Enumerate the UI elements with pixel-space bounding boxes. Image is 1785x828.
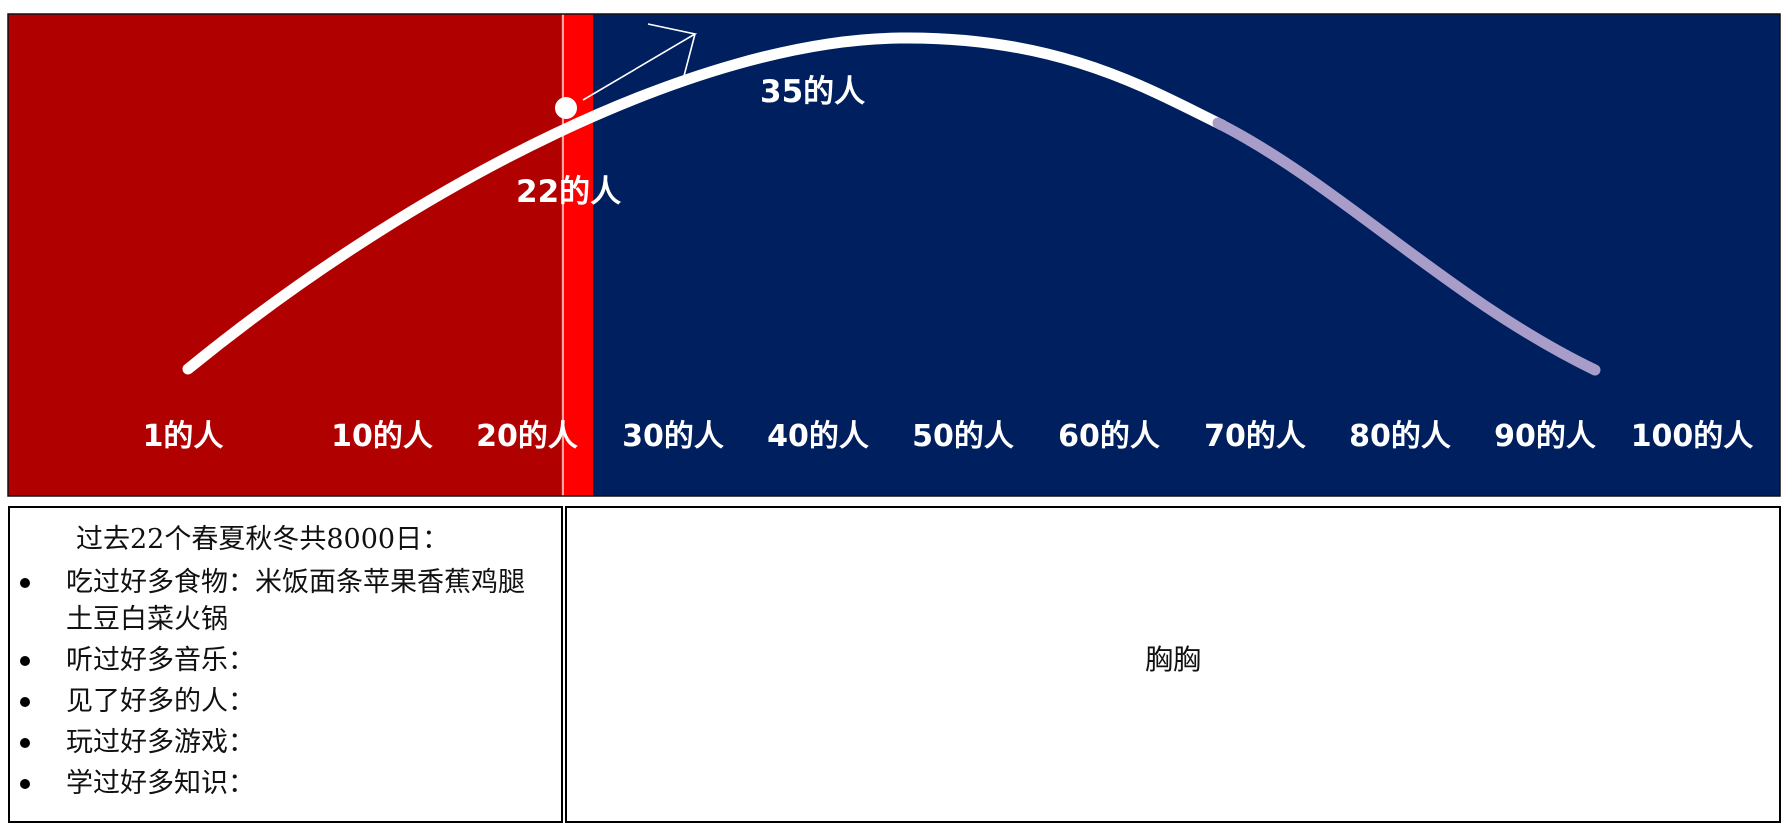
age-tick-label: 50的人	[912, 419, 1014, 454]
list-item: 学过好多知识：	[10, 765, 546, 802]
current-position-dot	[555, 97, 577, 119]
bullet-icon	[20, 697, 30, 707]
list-item: 见了好多的人：	[10, 683, 546, 720]
life-timeline-svg: 35的人 22的人 1的人 10的人 20的人 30的人 40的人 50的人 60的人 70的…	[7, 13, 1781, 497]
age-tick-label: 60的人	[1058, 419, 1160, 454]
bullet-icon	[20, 779, 30, 789]
list-item-text: 吃过好多食物：米饭面条苹果香蕉鸡腿土豆白菜火锅	[66, 567, 525, 635]
panel-center-text: 胸胸	[1144, 643, 1201, 676]
bullet-icon	[20, 738, 30, 748]
age-tick-label: 1的人	[143, 419, 224, 454]
life-timeline-banner: 35的人 22的人 1的人 10的人 20的人 30的人 40的人 50的人 60的人 70的…	[0, 0, 1785, 500]
list-item-text: 见了好多的人：	[66, 686, 255, 717]
past-summary-heading: 过去22个春夏秋冬共8000日：	[76, 524, 450, 555]
age-tick-label: 10的人	[331, 419, 433, 454]
age-tick-label: 80的人	[1349, 419, 1451, 454]
list-item-text: 玩过好多游戏：	[66, 727, 255, 758]
age-tick-label: 90的人	[1494, 419, 1596, 454]
bullet-icon	[20, 578, 30, 588]
age-tick-label: 70的人	[1204, 419, 1306, 454]
list-item: 玩过好多游戏：	[10, 724, 546, 761]
list-item-text: 听过好多音乐：	[66, 645, 255, 676]
list-item-text: 学过好多知识：	[66, 768, 255, 799]
age-tick-label: 40的人	[767, 419, 869, 454]
age-axis-labels: 1的人 10的人 20的人 30的人 40的人 50的人 60的人 70的人 80的人 90的人 1…	[143, 419, 1754, 454]
peak-age-label: 35的人	[760, 74, 865, 110]
list-item: 听过好多音乐：	[10, 642, 546, 679]
past-experiences-panel: 过去22个春夏秋冬共8000日： 吃过好多食物：米饭面条苹果香蕉鸡腿土豆白菜火锅…	[8, 506, 563, 823]
current-age-label: 22的人	[516, 174, 621, 210]
bullet-icon	[20, 656, 30, 666]
age-tick-label: 20的人	[476, 419, 578, 454]
life-diagram-slide: 35的人 22的人 1的人 10的人 20的人 30的人 40的人 50的人 60的人 70的…	[0, 0, 1785, 828]
experience-list: 吃过好多食物：米饭面条苹果香蕉鸡腿土豆白菜火锅 听过好多音乐： 见了好多的人： …	[10, 564, 546, 806]
list-item: 吃过好多食物：米饭面条苹果香蕉鸡腿土豆白菜火锅	[10, 564, 546, 638]
age-tick-label: 100的人	[1631, 419, 1754, 454]
age-tick-label: 30的人	[622, 419, 724, 454]
content-panel: 胸胸	[565, 506, 1781, 823]
